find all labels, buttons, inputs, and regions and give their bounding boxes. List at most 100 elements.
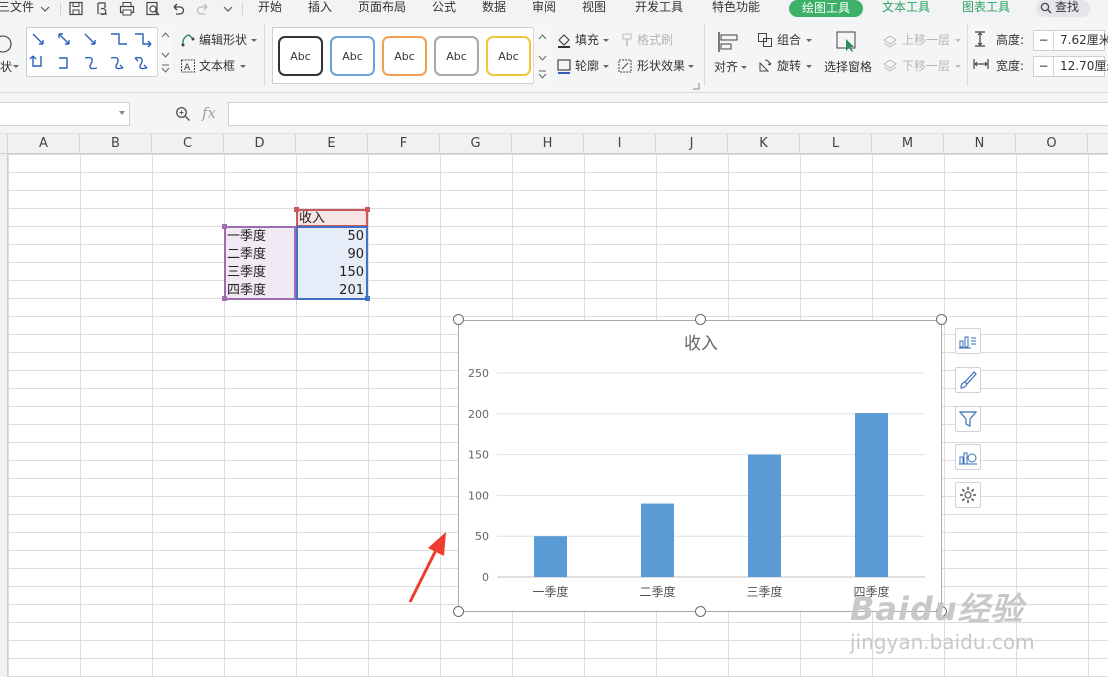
bring-forward-button[interactable]: 上移一层 — [902, 32, 950, 48]
tab-home[interactable]: 开始 — [258, 0, 282, 17]
column-header-i[interactable]: I — [584, 134, 656, 154]
cell-e-header[interactable]: 收入 — [297, 210, 367, 227]
column-header-m[interactable]: M — [872, 134, 944, 154]
column-header-e[interactable]: E — [296, 134, 368, 154]
column-header-o[interactable]: O — [1016, 134, 1088, 154]
name-box[interactable] — [0, 102, 130, 126]
tab-data[interactable]: 数据 — [482, 0, 506, 17]
cell-category-q4[interactable]: 四季度 — [225, 282, 295, 299]
outline-icon — [557, 59, 571, 74]
width-input[interactable]: − 12.70厘米 — [1033, 56, 1108, 77]
tab-special-features[interactable]: 特色功能 — [712, 0, 760, 17]
column-header-d[interactable]: D — [224, 134, 296, 154]
dialog-launcher-icon[interactable] — [692, 82, 700, 90]
chevron-down-icon[interactable] — [39, 3, 51, 15]
customize-toolbar-icon[interactable] — [222, 3, 234, 15]
cell-value-q4[interactable]: 201 — [297, 282, 367, 299]
cell-category-q3[interactable]: 三季度 — [225, 264, 295, 281]
redo-icon[interactable] — [195, 1, 211, 16]
chart-object[interactable]: 收入 0 50 100 150 200 250 一季度 二季度 三季度 四季度 — [458, 320, 942, 612]
column-header-a[interactable]: A — [8, 134, 80, 154]
column-header-k[interactable]: K — [728, 134, 800, 154]
grid-row-line — [8, 244, 1108, 245]
connector-lines-gallery[interactable] — [26, 27, 172, 77]
insert-function-button[interactable]: fx — [202, 104, 216, 122]
column-header-h[interactable]: H — [512, 134, 584, 154]
zoom-icon[interactable] — [175, 106, 191, 122]
bar-4[interactable] — [855, 412, 888, 577]
rotate-button[interactable]: 旋转 — [777, 58, 801, 74]
height-input[interactable]: − 7.62厘米 — [1033, 30, 1108, 51]
file-menu[interactable]: 文件 — [10, 0, 34, 17]
bar-2[interactable] — [641, 503, 674, 577]
shape-style-dark[interactable]: Abc — [278, 36, 323, 76]
search-label: 查找 — [1055, 0, 1080, 14]
tab-developer[interactable]: 开发工具 — [635, 0, 683, 17]
cell-value-q1[interactable]: 50 — [297, 228, 367, 245]
search-button[interactable]: 查找 — [1036, 0, 1090, 17]
output-pdf-icon[interactable] — [94, 1, 110, 16]
tab-formulas[interactable]: 公式 — [432, 0, 456, 17]
toolbar-separator — [60, 3, 61, 15]
align-button[interactable]: 对齐 — [714, 59, 738, 75]
column-header-l[interactable]: L — [800, 134, 872, 154]
chart-title[interactable]: 收入 — [684, 334, 718, 354]
cell-value-q2[interactable]: 90 — [297, 246, 367, 263]
save-icon[interactable] — [68, 1, 84, 16]
outline-button[interactable]: 轮廓 — [575, 58, 599, 74]
shape-style-blue[interactable]: Abc — [330, 36, 375, 76]
format-painter-button[interactable]: 格式刷 — [637, 32, 673, 48]
cell-category-q1[interactable]: 一季度 — [225, 228, 295, 245]
column-header-g[interactable]: G — [440, 134, 512, 154]
print-preview-icon[interactable] — [145, 1, 161, 16]
group-button[interactable]: 组合 — [777, 32, 801, 48]
shape-style-yellow[interactable]: Abc — [486, 36, 531, 76]
column-header-n[interactable]: N — [944, 134, 1016, 154]
column-header-b[interactable]: B — [80, 134, 152, 154]
height-decrease-button[interactable]: − — [1034, 31, 1054, 50]
fill-button[interactable]: 填充 — [575, 32, 599, 48]
resize-handle-top[interactable] — [695, 314, 706, 325]
width-decrease-button[interactable]: − — [1034, 57, 1054, 76]
shapes-circle-icon[interactable] — [0, 34, 16, 54]
select-all-corner[interactable] — [0, 134, 8, 154]
send-backward-button[interactable]: 下移一层 — [902, 58, 950, 74]
tab-chart-tools[interactable]: 图表工具 — [962, 0, 1010, 17]
resize-handle-top-right[interactable] — [936, 314, 947, 325]
styles-scroll-arrows[interactable] — [533, 27, 550, 84]
print-icon[interactable] — [119, 1, 135, 16]
resize-handle-bottom[interactable] — [695, 606, 706, 617]
bar-3[interactable] — [748, 454, 781, 577]
shape-style-orange[interactable]: Abc — [382, 36, 427, 76]
formula-input[interactable] — [228, 102, 1108, 126]
selection-pane-button[interactable]: 选择窗格 — [824, 59, 872, 75]
chart-filter-button[interactable] — [955, 406, 981, 432]
chart-elements-button[interactable] — [955, 328, 981, 354]
name-box-dropdown-icon[interactable] — [119, 111, 125, 115]
chart-settings-button[interactable] — [955, 482, 981, 508]
undo-icon[interactable] — [170, 1, 186, 16]
shape-style-gray[interactable]: Abc — [434, 36, 479, 76]
chart-style-button[interactable] — [955, 367, 981, 393]
column-header-f[interactable]: F — [368, 134, 440, 154]
caret-down-icon — [603, 39, 609, 42]
app-menu-icon[interactable]: 三 — [0, 0, 10, 17]
resize-handle-top-left[interactable] — [453, 314, 464, 325]
tab-page-layout[interactable]: 页面布局 — [358, 0, 406, 17]
text-box-button[interactable]: 文本框 — [199, 58, 235, 74]
gallery-scroll-arrows[interactable] — [157, 27, 172, 77]
chart-change-type-button[interactable] — [955, 444, 981, 470]
column-header-j[interactable]: J — [656, 134, 728, 154]
tab-insert[interactable]: 插入 — [308, 0, 332, 17]
cell-category-q2[interactable]: 二季度 — [225, 246, 295, 263]
tab-review[interactable]: 审阅 — [532, 0, 556, 17]
cell-value-q3[interactable]: 150 — [297, 264, 367, 281]
tab-view[interactable]: 视图 — [582, 0, 606, 17]
tab-drawing-tools[interactable]: 绘图工具 — [789, 0, 864, 17]
column-header-c[interactable]: C — [152, 134, 224, 154]
tab-text-tools[interactable]: 文本工具 — [882, 0, 930, 17]
shape-effects-button[interactable]: 形状效果 — [637, 58, 685, 74]
edit-shape-button[interactable]: 编辑形状 — [199, 32, 247, 48]
bar-1[interactable] — [534, 536, 567, 577]
shapes-button-label[interactable]: 状 — [0, 59, 12, 75]
